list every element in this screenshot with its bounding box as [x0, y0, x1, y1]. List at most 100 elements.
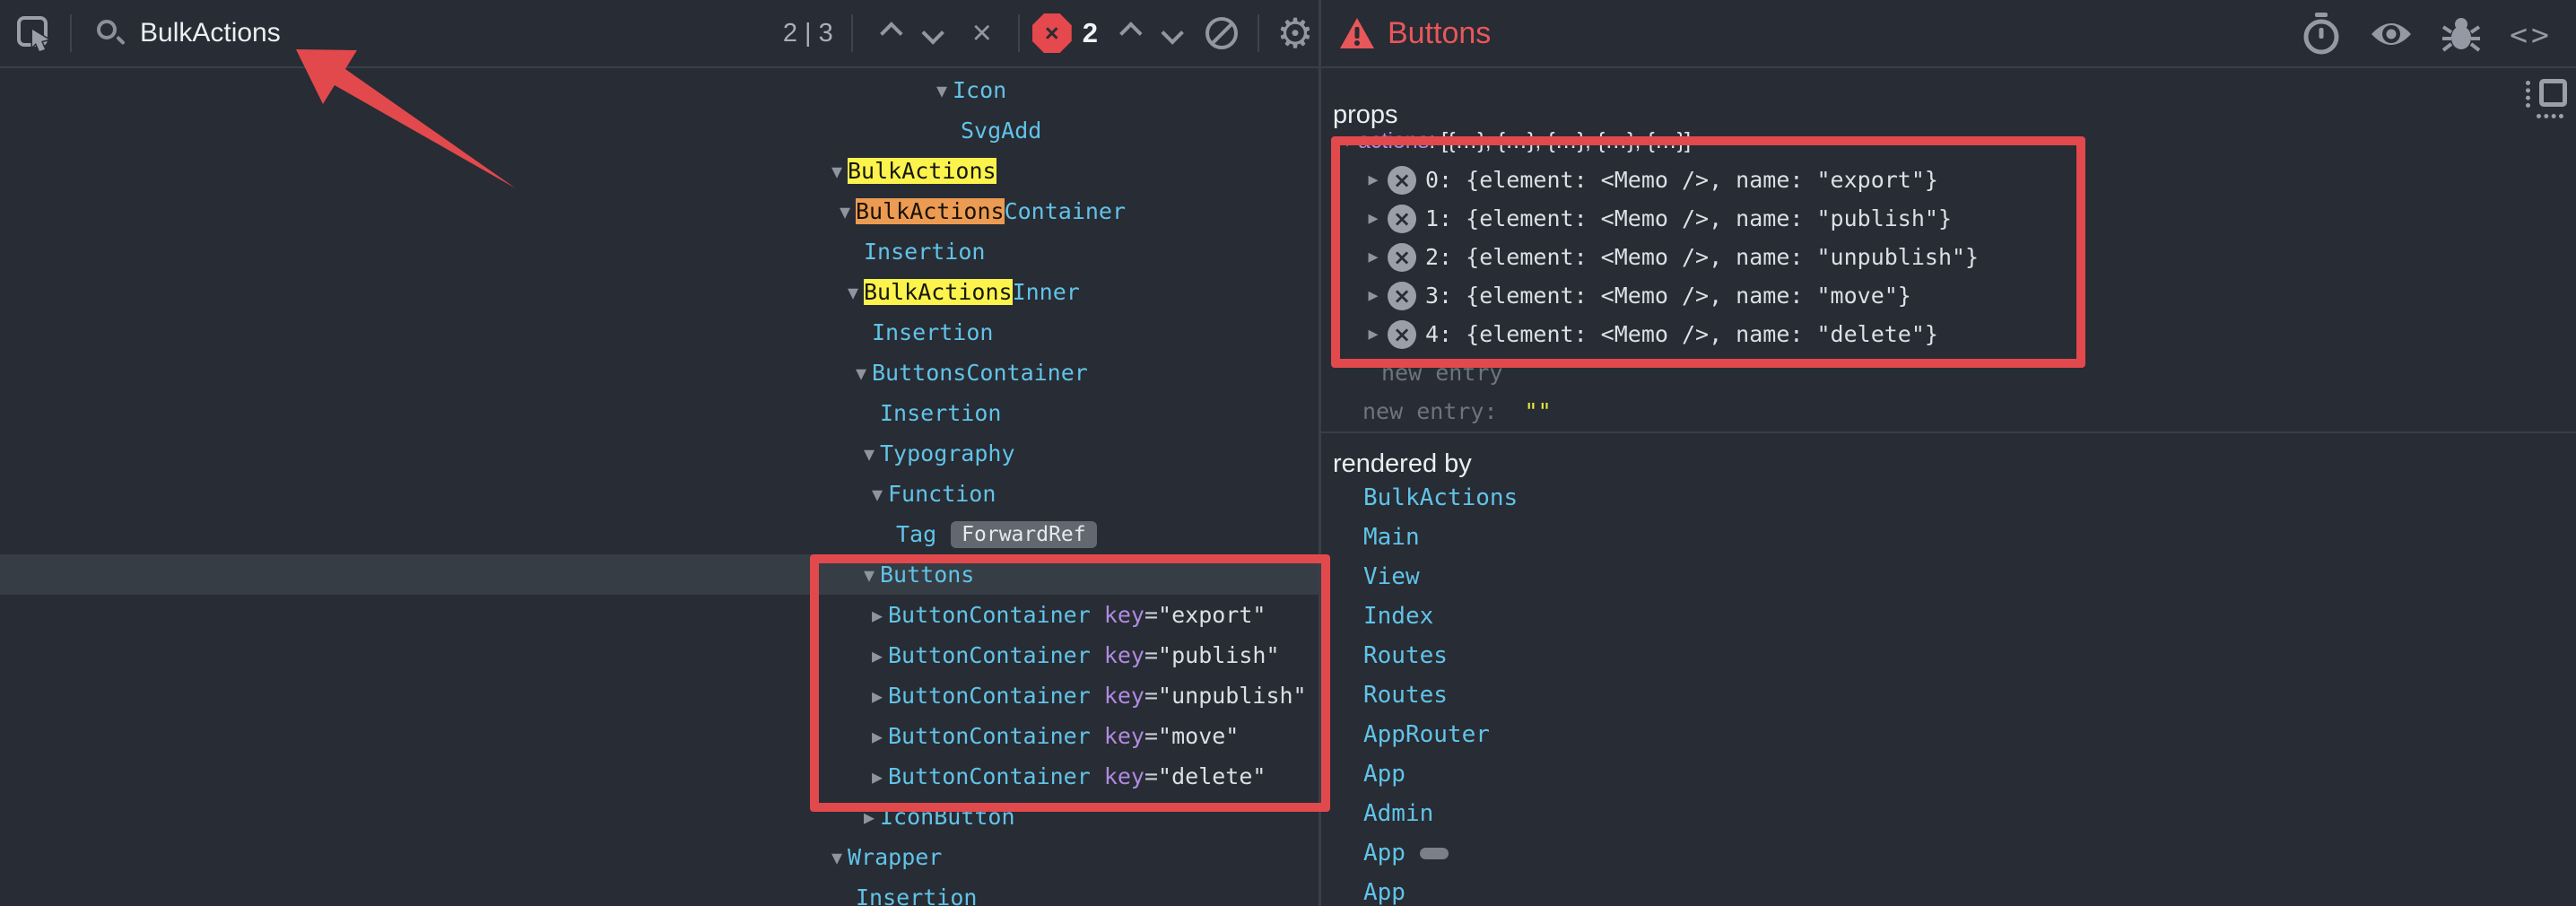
tree-row-Function[interactable]: ▾Function — [0, 474, 1318, 514]
props-item-preview: 1: {element: <Memo />, name: "publish"} — [1425, 205, 1952, 231]
props-array-item-3[interactable]: ▸×3: {element: <Memo />, name: "move"} — [1362, 276, 1911, 315]
caret-right-icon[interactable]: ▸ — [1362, 246, 1384, 268]
tree-row-Insertion[interactable]: Insertion — [0, 393, 1318, 433]
props-array-item-1[interactable]: ▸× 1: {element: <Memo />, name: "publish"… — [1362, 199, 1952, 238]
tree-row-BulkActionsInner[interactable]: ▾BulkActionsInner — [0, 272, 1318, 312]
props-array-item-4[interactable]: ▸×4: {element: <Memo />, name: "delete"} — [1362, 315, 1938, 353]
rendered-by-item-Index[interactable]: Index — [1363, 597, 1433, 636]
tree-row-ButtonContainer-key-move-[interactable]: ▸ButtonContainer key="move" — [0, 716, 1318, 756]
component-name-part: Insertion — [856, 884, 977, 906]
tree-row-Tag[interactable]: TagForwardRef — [0, 514, 1318, 554]
search-results-count: 2 | 3 — [783, 19, 833, 48]
delete-entry-icon[interactable]: × — [1388, 166, 1416, 195]
error-badge-icon: × — [1032, 13, 1072, 53]
tree-row-SvgAdd[interactable]: SvgAdd — [0, 110, 1318, 151]
caret-right-icon[interactable]: ▸ — [1362, 207, 1384, 230]
caret-down-icon[interactable]: ▾ — [826, 159, 848, 184]
rendered-by-item-Routes[interactable]: Routes — [1363, 675, 1448, 715]
caret-right-icon[interactable]: ▸ — [1362, 323, 1384, 345]
tree-row-Buttons[interactable]: ▾Buttons — [0, 554, 1318, 595]
new-entry-placeholder-row[interactable]: new entry — [1381, 353, 1502, 392]
new-entry-value[interactable]: "" — [1525, 398, 1552, 424]
delete-entry-icon[interactable]: × — [1388, 320, 1416, 349]
tree-row-ButtonsContainer[interactable]: ▾ButtonsContainer — [0, 353, 1318, 393]
caret-right-icon[interactable]: ▸ — [866, 684, 888, 709]
inspect-dom-button[interactable] — [2370, 13, 2413, 56]
component-name-part: Icon — [953, 77, 1006, 103]
caret-right-icon[interactable]: ▸ — [866, 724, 888, 749]
caret-down-icon[interactable]: ▾ — [842, 280, 864, 305]
rendered-by-item-Admin[interactable]: Admin — [1363, 794, 1433, 833]
delete-entry-icon[interactable]: × — [1388, 243, 1416, 272]
view-source-button[interactable]: <> — [2510, 13, 2553, 56]
clear-search-button[interactable]: × — [959, 10, 1005, 57]
prop-value-preview: [{…}, {…}, {…}, {…}, {…}] — [1441, 128, 1691, 154]
caret-down-icon[interactable]: ▾ — [850, 361, 872, 386]
tree-row-Wrapper[interactable]: ▾Wrapper — [0, 837, 1318, 877]
props-row-actions[interactable]: ▾ actions: [{…}, {…}, {…}, {…}, {…}] — [1336, 122, 1691, 161]
next-error-button[interactable] — [1152, 10, 1198, 57]
rendered-by-name: BulkActions — [1363, 484, 1518, 511]
component-name-part: "export" — [1158, 602, 1266, 628]
caret-down-icon[interactable]: ▾ — [931, 78, 953, 103]
clear-errors-button[interactable] — [1198, 10, 1245, 57]
tree-row-IconButton[interactable]: ▸IconButton — [0, 797, 1318, 837]
caret-right-icon[interactable]: ▸ — [858, 805, 880, 830]
caret-down-icon[interactable]: ▾ — [826, 845, 848, 870]
suspense-toggle-button[interactable] — [2300, 13, 2343, 56]
caret-right-icon[interactable]: ▸ — [1362, 284, 1384, 307]
rendered-by-item-App[interactable]: App — [1363, 833, 1449, 873]
new-entry-row[interactable]: new entry: "" — [1362, 392, 1552, 431]
rendered-by-item-BulkActions[interactable]: BulkActions — [1363, 478, 1518, 518]
component-name-part: "unpublish" — [1158, 683, 1307, 709]
rendered-by-item-Main[interactable]: Main — [1363, 518, 1420, 557]
props-array-item-0[interactable]: ▸× 0: {element: <Memo />, name: "export"} — [1362, 161, 1938, 199]
tree-row-ButtonContainer-key-delete-[interactable]: ▸ButtonContainer key="delete" — [0, 756, 1318, 797]
caret-right-icon[interactable]: ▸ — [866, 643, 888, 668]
bug-icon — [2441, 14, 2481, 54]
copy-props-icon[interactable] — [2526, 79, 2567, 120]
caret-down-icon[interactable]: ▾ — [858, 562, 880, 588]
tree-row-Icon[interactable]: ▾Icon — [0, 70, 1318, 110]
rendered-by-item-App[interactable]: App — [1363, 754, 1405, 794]
tree-row-ButtonContainer-key-unpublish-[interactable]: ▸ButtonContainer key="unpublish" — [0, 675, 1318, 716]
selected-component-title: Buttons — [1388, 16, 1491, 51]
close-icon: × — [972, 16, 992, 50]
tree-row-BulkActions[interactable]: ▾BulkActions — [0, 151, 1318, 191]
caret-right-icon[interactable]: ▸ — [1362, 169, 1384, 191]
rendered-by-name: AppRouter — [1363, 721, 1490, 748]
inspect-element-button[interactable] — [11, 10, 57, 57]
search-input[interactable] — [133, 6, 783, 60]
caret-down-icon[interactable]: ▾ — [1336, 130, 1358, 152]
delete-entry-icon[interactable]: × — [1388, 282, 1416, 310]
caret-down-icon[interactable]: ▾ — [834, 199, 856, 224]
component-name-part: = — [1144, 602, 1158, 628]
tree-row-Typography[interactable]: ▾Typography — [0, 433, 1318, 474]
settings-button[interactable]: ⚙ — [1272, 10, 1318, 57]
rendered-by-name: View — [1363, 563, 1420, 590]
forwardref-badge: ForwardRef — [951, 521, 1096, 548]
tree-row-ButtonContainer-key-publish-[interactable]: ▸ButtonContainer key="publish" — [0, 635, 1318, 675]
next-result-button[interactable] — [912, 10, 959, 57]
component-name-part: SvgAdd — [961, 118, 1041, 144]
tree-row-Insertion[interactable]: Insertion — [0, 877, 1318, 906]
rendered-by-item-View[interactable]: View — [1363, 557, 1420, 597]
rendered-by-item-App[interactable]: App — [1363, 873, 1405, 906]
tree-row-BulkActionsContainer[interactable]: ▾BulkActionsContainer — [0, 191, 1318, 231]
caret-right-icon[interactable]: ▸ — [866, 603, 888, 628]
props-array-item-2[interactable]: ▸×2: {element: <Memo />, name: "unpublis… — [1362, 238, 1979, 276]
tree-row-Insertion[interactable]: Insertion — [0, 312, 1318, 353]
previous-result-button[interactable] — [866, 10, 912, 57]
component-name-part: key — [1104, 602, 1144, 628]
log-to-console-button[interactable] — [2440, 13, 2483, 56]
tree-row-Insertion[interactable]: Insertion — [0, 231, 1318, 272]
caret-down-icon[interactable]: ▾ — [866, 482, 888, 507]
caret-down-icon[interactable]: ▾ — [858, 441, 880, 466]
tree-row-ButtonContainer-key-export-[interactable]: ▸ButtonContainer key="export" — [0, 595, 1318, 635]
props-item-preview: 0: {element: <Memo />, name: "export"} — [1425, 167, 1938, 193]
previous-error-button[interactable] — [1105, 10, 1152, 57]
rendered-by-item-Routes[interactable]: Routes — [1363, 636, 1448, 675]
caret-right-icon[interactable]: ▸ — [866, 764, 888, 789]
delete-entry-icon[interactable]: × — [1388, 205, 1416, 233]
rendered-by-item-AppRouter[interactable]: AppRouter — [1363, 715, 1490, 754]
